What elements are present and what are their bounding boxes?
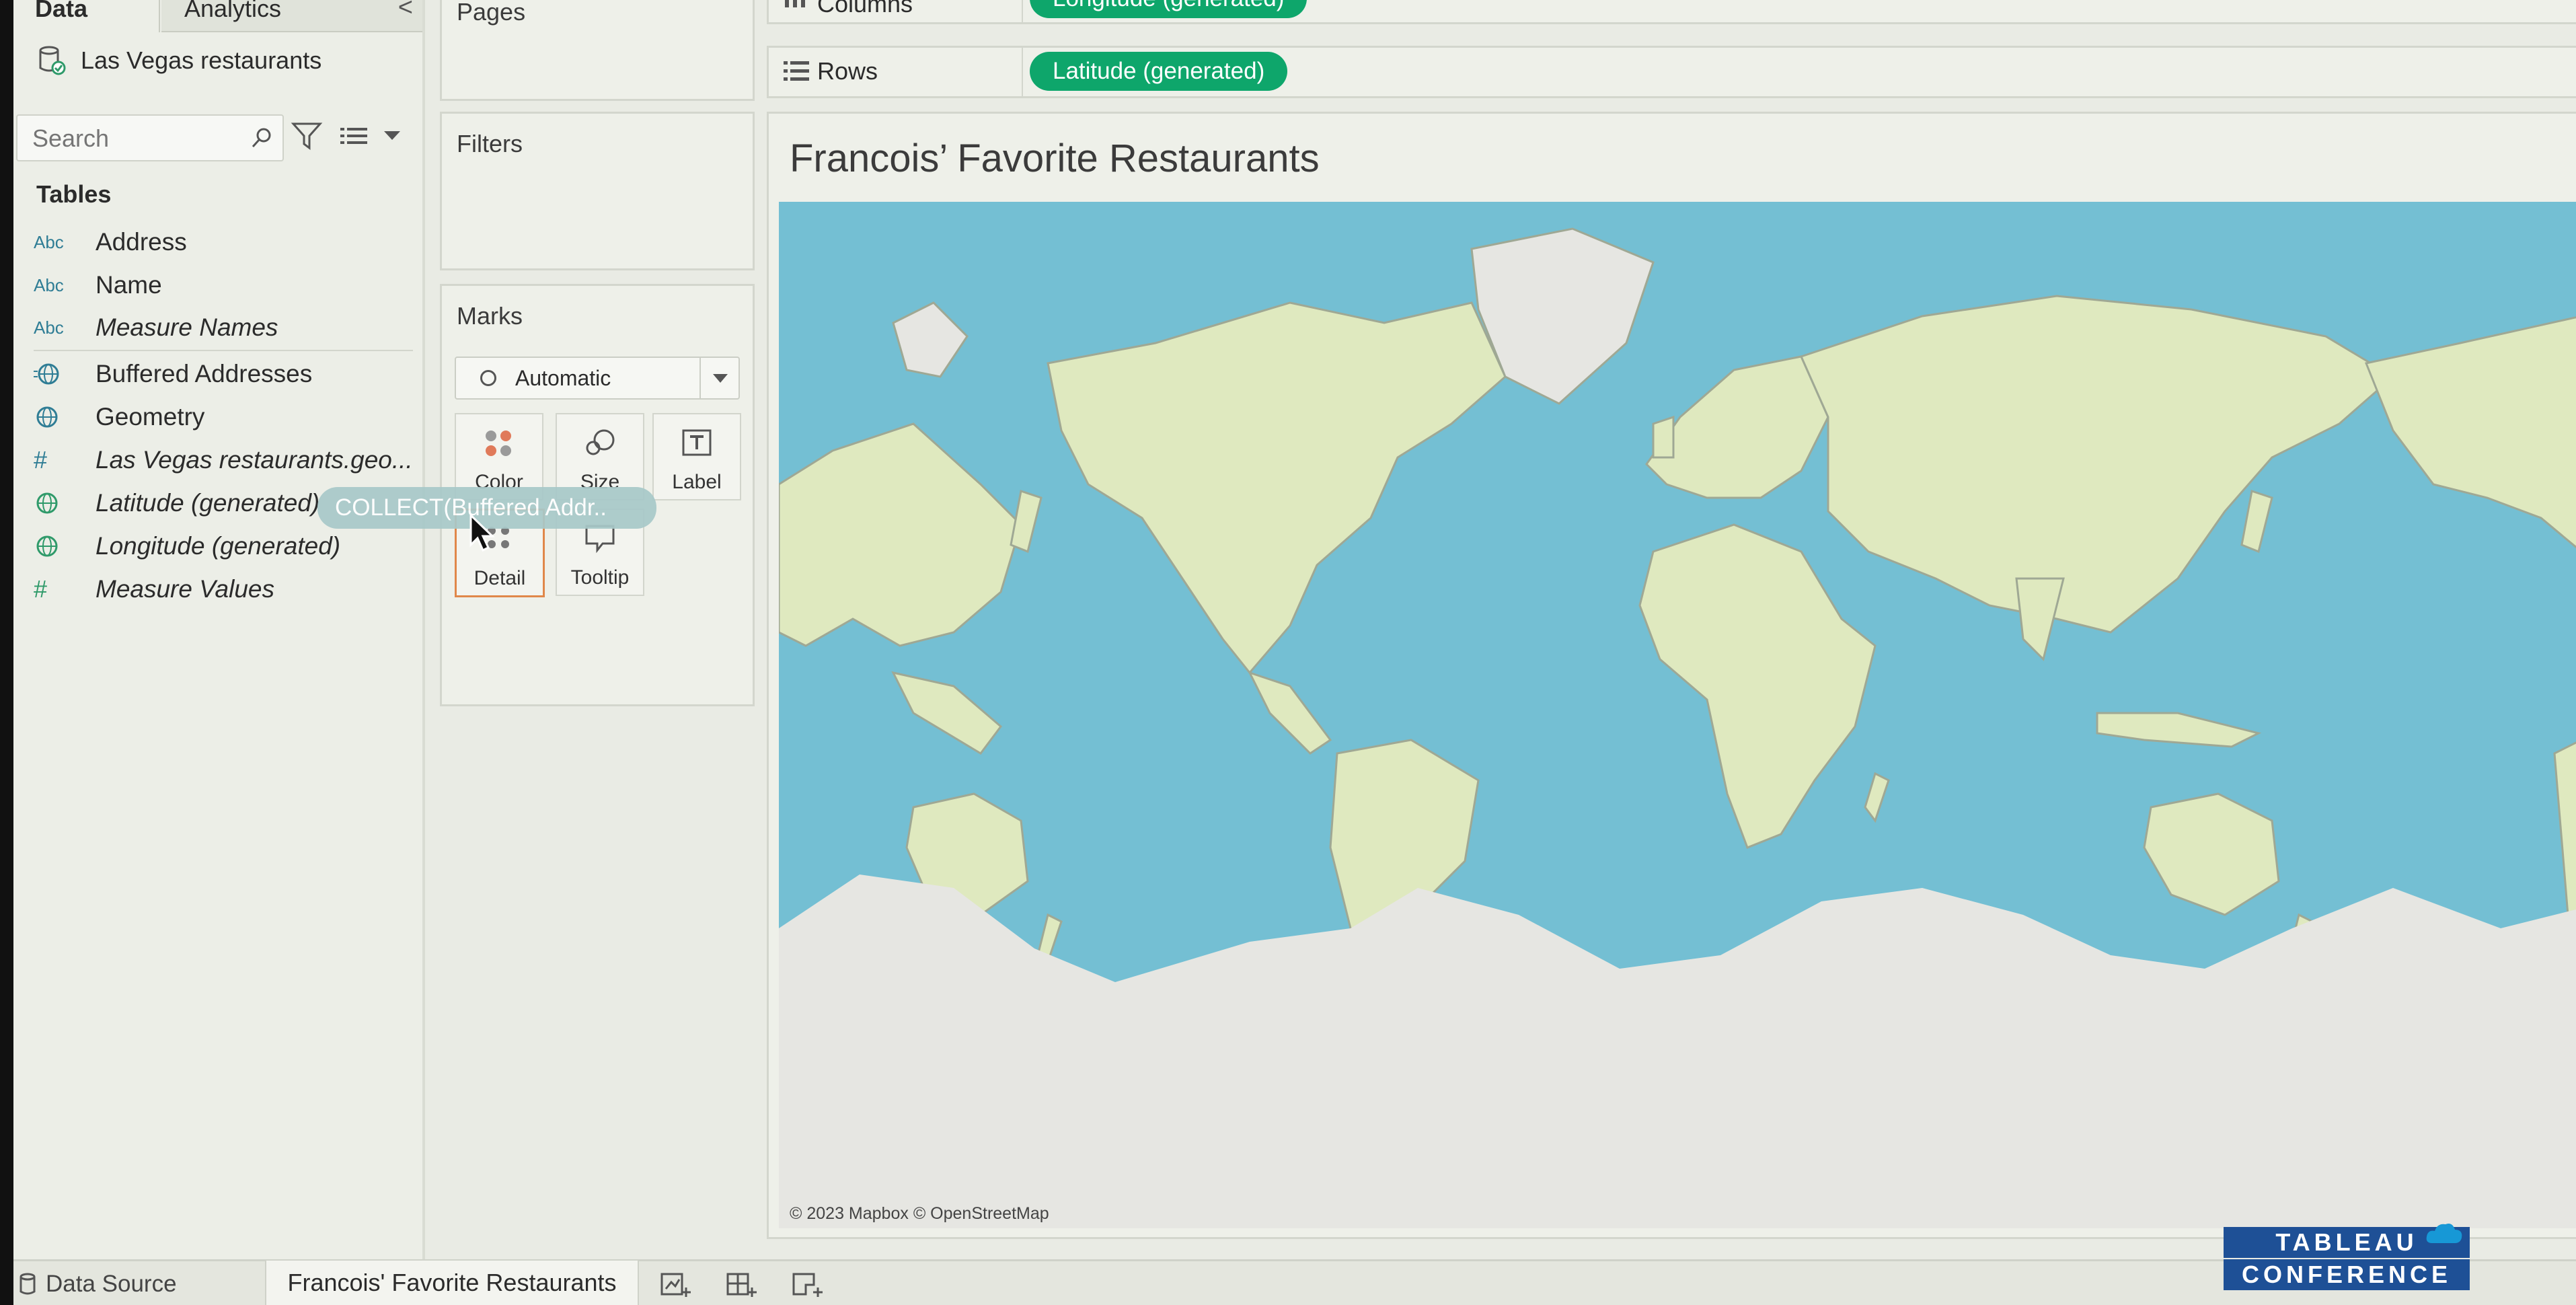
number-type-icon: # [34, 575, 48, 603]
detail-label: Detail [473, 567, 526, 589]
mark-type-dropdown[interactable]: Automatic [455, 357, 740, 400]
field-name: Longitude (generated) [96, 532, 341, 560]
data-source-name: Las Vegas restaurants [81, 46, 322, 74]
geo-type-icon [34, 533, 96, 560]
string-type-icon: Abc [34, 274, 64, 295]
tab-analytics[interactable]: Analytics < [161, 0, 422, 32]
map-attribution: © 2023 Mapbox © OpenStreetMap [790, 1204, 1049, 1223]
land-central-america [1248, 671, 1332, 755]
field-longitude-generated[interactable]: Longitude (generated) [34, 526, 340, 566]
rows-pill[interactable]: Latitude (generated) [1030, 52, 1288, 91]
columns-label: Columns [817, 0, 913, 17]
land-seasia-left [891, 671, 1003, 755]
new-story-icon[interactable] [792, 1270, 823, 1298]
collapse-pane-icon[interactable]: < [398, 0, 413, 22]
field-name: Measure Values [96, 575, 274, 603]
geo-type-icon [34, 404, 96, 431]
filter-icon[interactable] [291, 121, 323, 151]
label-label: Label [672, 471, 722, 493]
field-name: Address [96, 228, 187, 256]
logo-line-2: CONFERENCE [2224, 1259, 2470, 1290]
field-measure-values[interactable]: # Measure Values [34, 569, 274, 609]
sheet-tab-active[interactable]: Francois' Favorite Restaurants [265, 1261, 639, 1305]
circle-mark-icon [480, 370, 496, 386]
land-north-america-right [2364, 316, 2576, 549]
land-indonesia [2096, 712, 2262, 748]
string-type-icon: Abc [34, 317, 64, 338]
rows-label: Rows [817, 57, 878, 85]
world-map[interactable] [779, 202, 2576, 1228]
data-source-item[interactable]: Las Vegas restaurants [38, 42, 321, 79]
new-worksheet-icon[interactable] [660, 1270, 691, 1298]
field-name: Latitude (generated) [96, 489, 320, 517]
map-canvas [779, 227, 2576, 1228]
geo-type-icon [34, 490, 96, 517]
database-icon [20, 1273, 36, 1295]
land-asia-left [779, 422, 1022, 647]
data-source-tab-label: Data Source [46, 1271, 177, 1297]
field-measure-names[interactable]: Abc Measure Names [34, 307, 278, 348]
field-name: Measure Names [96, 313, 278, 341]
columns-icon [785, 0, 805, 7]
size-icon [586, 429, 615, 455]
view-title: Francois’ Favorite Restaurants [790, 137, 1320, 180]
marks-title: Marks [457, 302, 523, 330]
data-source-tab[interactable]: Data Source [19, 1263, 177, 1305]
mouse-cursor-icon [469, 514, 495, 552]
filters-title: Filters [457, 130, 523, 157]
dimension-measure-divider [34, 350, 413, 351]
search-input[interactable] [31, 116, 249, 161]
land-africa [1638, 523, 1877, 849]
label-icon [682, 429, 712, 456]
pages-title: Pages [457, 0, 526, 26]
tableau-conference-logo: TABLEAU CONFERENCE [2224, 1224, 2470, 1292]
land-asia [1799, 295, 2395, 634]
columns-shelf[interactable]: Columns Longitude (generated) [767, 0, 2576, 24]
shelf-separator [1022, 0, 1023, 22]
land-madagascar [1864, 772, 1890, 823]
tab-data-label: Data [35, 0, 88, 22]
land-greenland-left [892, 301, 969, 378]
columns-pill[interactable]: Longitude (generated) [1030, 0, 1308, 18]
field-name: Geometry [96, 403, 205, 431]
number-type-icon: # [34, 446, 48, 474]
string-type-icon: Abc [34, 231, 64, 252]
field-latitude-generated[interactable]: Latitude (generated) [34, 483, 319, 523]
search-box[interactable] [16, 114, 284, 161]
shelf-separator [1022, 48, 1023, 96]
filters-card[interactable]: Filters [440, 112, 755, 270]
tab-analytics-label: Analytics [184, 0, 282, 22]
chevron-down-icon[interactable] [699, 358, 738, 398]
field-name: Las Vegas restaurants.geo... [96, 446, 413, 474]
search-icon [252, 128, 271, 148]
color-icon [486, 431, 511, 456]
land-japan-left [1010, 490, 1043, 554]
field-address[interactable]: Abc Address [34, 222, 187, 262]
window-edge [0, 0, 13, 1305]
mark-type-label: Automatic [515, 366, 611, 390]
tooltip-label: Tooltip [570, 566, 630, 589]
land-uk [1652, 415, 1675, 459]
database-check-icon [39, 46, 66, 75]
chevron-down-icon[interactable] [382, 129, 402, 143]
land-north-america [1047, 301, 1507, 675]
list-view-icon[interactable] [339, 125, 370, 148]
field-buffered-addresses[interactable]: Buffered Addresses [34, 354, 312, 394]
tables-header: Tables [36, 180, 112, 208]
rows-shelf[interactable]: Rows Latitude (generated) [767, 46, 2576, 98]
label-button[interactable]: Label [652, 413, 741, 500]
field-name: Name [96, 271, 162, 299]
land-japan [2240, 490, 2273, 554]
field-name-dimension[interactable]: Abc Name [34, 265, 162, 305]
cloud-icon [2426, 1224, 2462, 1243]
pages-card[interactable]: Pages [440, 0, 755, 101]
rows-icon [784, 61, 809, 81]
field-geometry[interactable]: Geometry [34, 397, 204, 437]
new-dashboard-icon[interactable] [726, 1270, 757, 1298]
land-australia [2143, 792, 2280, 916]
tab-data[interactable]: Data [13, 0, 160, 32]
field-geo-count[interactable]: # Las Vegas restaurants.geo... [34, 440, 413, 480]
field-name: Buffered Addresses [96, 360, 313, 387]
geo-type-icon [34, 361, 96, 387]
